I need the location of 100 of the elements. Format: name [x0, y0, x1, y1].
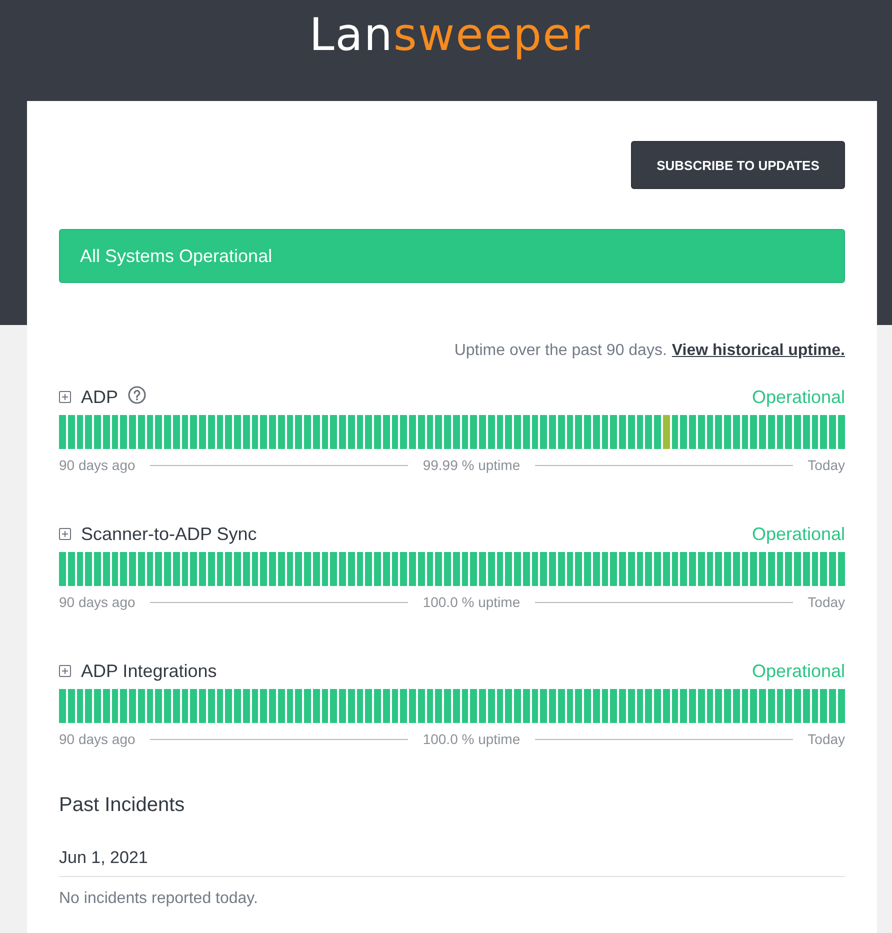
uptime-day-bar[interactable] — [488, 415, 494, 449]
uptime-day-bar[interactable] — [496, 689, 504, 723]
uptime-day-bar[interactable] — [462, 689, 468, 723]
uptime-day-bar[interactable] — [242, 415, 250, 449]
uptime-day-bar[interactable] — [628, 415, 634, 449]
uptime-day-bar[interactable] — [208, 689, 214, 723]
uptime-day-bar[interactable] — [592, 415, 600, 449]
uptime-day-bar[interactable] — [636, 689, 644, 723]
uptime-day-bar[interactable] — [838, 415, 844, 449]
uptime-day-bar[interactable] — [356, 689, 364, 723]
uptime-day-bar[interactable] — [322, 689, 328, 723]
uptime-day-bar[interactable] — [488, 689, 494, 723]
uptime-day-bar[interactable] — [838, 552, 844, 586]
uptime-day-bar[interactable] — [242, 689, 250, 723]
uptime-day-bar[interactable] — [418, 552, 424, 586]
uptime-day-bar[interactable] — [392, 415, 398, 449]
plus-square-icon[interactable] — [59, 665, 71, 677]
uptime-day-bar[interactable] — [802, 552, 810, 586]
uptime-day-bar[interactable] — [452, 415, 460, 449]
uptime-day-bar[interactable] — [768, 415, 774, 449]
uptime-day-bar[interactable] — [418, 415, 424, 449]
uptime-day-bar[interactable] — [602, 552, 608, 586]
uptime-day-bar[interactable] — [522, 552, 530, 586]
uptime-day-bar[interactable] — [522, 689, 530, 723]
uptime-day-bar[interactable] — [392, 552, 398, 586]
uptime-day-bar[interactable] — [698, 415, 704, 449]
uptime-day-bar[interactable] — [312, 689, 320, 723]
historical-uptime-link[interactable]: View historical uptime. — [672, 341, 845, 361]
uptime-day-bar[interactable] — [636, 415, 644, 449]
uptime-day-bar[interactable] — [802, 689, 810, 723]
uptime-day-bar[interactable] — [452, 689, 460, 723]
uptime-day-bar[interactable] — [452, 552, 460, 586]
uptime-day-bar[interactable] — [348, 415, 354, 449]
uptime-day-bar[interactable] — [138, 415, 144, 449]
subscribe-button[interactable]: SUBSCRIBE TO UPDATES — [631, 141, 845, 189]
uptime-day-bar[interactable] — [146, 415, 154, 449]
uptime-day-bar[interactable] — [356, 552, 364, 586]
uptime-day-bar[interactable] — [496, 552, 504, 586]
uptime-day-bar[interactable] — [602, 415, 608, 449]
uptime-day-bar[interactable] — [322, 552, 328, 586]
uptime-day-bar[interactable] — [252, 552, 258, 586]
uptime-day-bar[interactable] — [172, 415, 180, 449]
uptime-day-bar[interactable] — [532, 689, 538, 723]
uptime-day-bar[interactable] — [286, 552, 294, 586]
question-circle-icon[interactable] — [128, 386, 146, 404]
uptime-day-bar[interactable] — [672, 552, 678, 586]
uptime-day-bar[interactable] — [532, 415, 538, 449]
uptime-day-bar[interactable] — [812, 689, 818, 723]
uptime-day-bar[interactable] — [558, 415, 564, 449]
uptime-day-bar[interactable] — [208, 552, 214, 586]
uptime-day-bar[interactable] — [496, 415, 504, 449]
uptime-day-bar[interactable] — [636, 552, 644, 586]
uptime-day-bar[interactable] — [102, 689, 110, 723]
uptime-day-bar[interactable] — [706, 689, 714, 723]
uptime-day-bar[interactable] — [768, 689, 774, 723]
plus-square-icon[interactable] — [59, 391, 71, 403]
uptime-day-bar[interactable] — [742, 415, 748, 449]
uptime-day-bar[interactable] — [698, 552, 704, 586]
uptime-day-bar[interactable] — [138, 689, 144, 723]
uptime-day-bar[interactable] — [488, 552, 494, 586]
uptime-day-bar[interactable] — [68, 689, 74, 723]
uptime-day-bar[interactable] — [112, 689, 118, 723]
uptime-day-bar[interactable] — [286, 689, 294, 723]
uptime-day-bar[interactable] — [242, 552, 250, 586]
uptime-day-bar[interactable] — [68, 552, 74, 586]
uptime-day-bar[interactable] — [172, 552, 180, 586]
uptime-day-bar[interactable] — [356, 415, 364, 449]
uptime-day-bar[interactable] — [732, 689, 740, 723]
uptime-day-bar[interactable] — [252, 415, 258, 449]
uptime-day-bar[interactable] — [68, 415, 74, 449]
uptime-day-bar[interactable] — [102, 415, 110, 449]
uptime-day-bar[interactable] — [662, 552, 670, 586]
uptime-day-bar[interactable] — [522, 415, 530, 449]
uptime-day-bar[interactable] — [312, 552, 320, 586]
uptime-day-bar[interactable] — [382, 415, 390, 449]
uptime-day-bar[interactable] — [802, 415, 810, 449]
uptime-day-bar[interactable] — [776, 415, 784, 449]
uptime-day-bar[interactable] — [662, 689, 670, 723]
uptime-day-bar[interactable] — [182, 415, 188, 449]
uptime-day-bar[interactable] — [278, 689, 284, 723]
uptime-day-bar[interactable] — [182, 689, 188, 723]
uptime-day-bar[interactable] — [426, 415, 434, 449]
plus-square-icon[interactable] — [59, 528, 71, 540]
uptime-day-bar[interactable] — [322, 415, 328, 449]
uptime-day-bar[interactable] — [348, 552, 354, 586]
uptime-day-bar[interactable] — [662, 415, 670, 449]
uptime-day-bar[interactable] — [776, 689, 784, 723]
uptime-day-bar[interactable] — [146, 689, 154, 723]
uptime-day-bar[interactable] — [592, 552, 600, 586]
uptime-day-bar[interactable] — [382, 689, 390, 723]
uptime-day-bar[interactable] — [706, 415, 714, 449]
uptime-day-bar[interactable] — [628, 552, 634, 586]
logo[interactable]: Lansweeper — [309, 7, 591, 63]
uptime-day-bar[interactable] — [426, 552, 434, 586]
uptime-day-bar[interactable] — [286, 415, 294, 449]
uptime-day-bar[interactable] — [146, 552, 154, 586]
uptime-day-bar[interactable] — [602, 689, 608, 723]
uptime-day-bar[interactable] — [216, 552, 224, 586]
uptime-day-bar[interactable] — [532, 552, 538, 586]
uptime-day-bar[interactable] — [216, 689, 224, 723]
